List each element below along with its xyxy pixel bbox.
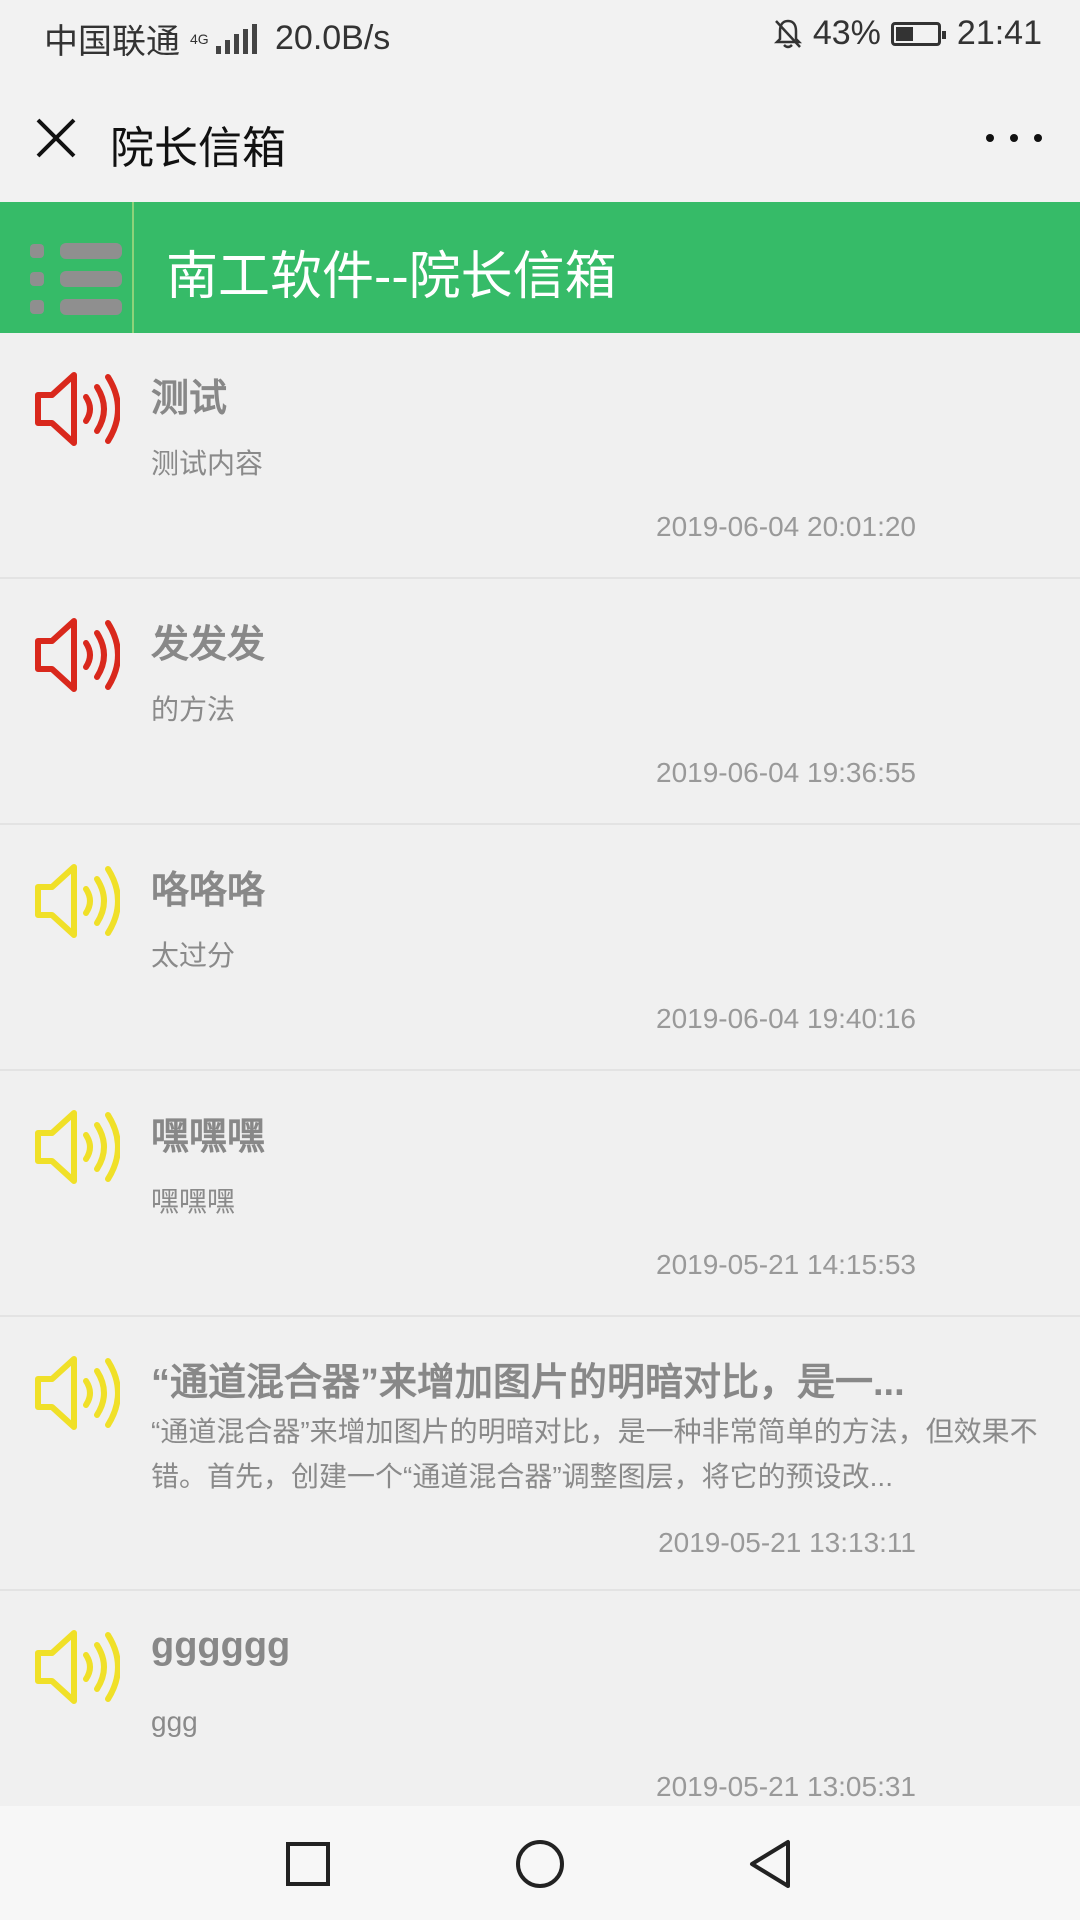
clock: 21:41	[956, 14, 1042, 52]
message-content: 嘿嘿嘿	[151, 1186, 236, 1217]
network-type-label: 4G	[190, 30, 209, 47]
status-left: 中国联通 4G 20.0B/s	[44, 14, 390, 63]
carrier-label: 中国联通	[44, 23, 180, 61]
status-bar: 中国联通 4G 20.0B/s 43% 21:41	[0, 0, 1080, 76]
system-nav-bar	[0, 1806, 1080, 1920]
message-content: 测试内容	[151, 448, 264, 479]
message-date: 2019-06-04 19:40:16	[656, 1003, 916, 1034]
bell-off-icon	[773, 19, 802, 48]
circle-icon	[516, 1840, 564, 1888]
speaker-icon	[35, 1110, 120, 1184]
menu-button[interactable]	[30, 242, 126, 322]
title-bar: 院长信箱	[0, 76, 1080, 202]
message-item[interactable]: gggggg ggg 2019-05-21 13:05:31	[0, 1591, 1080, 1837]
header-divider	[132, 202, 134, 333]
speaker-icon	[35, 864, 120, 938]
more-icon	[986, 134, 1042, 142]
header-title: 南工软件--院长信箱	[166, 248, 617, 306]
speaker-icon	[35, 372, 120, 446]
page-title: 院长信箱	[110, 124, 286, 173]
recent-apps-button[interactable]	[280, 1836, 336, 1892]
message-date: 2019-06-04 20:01:20	[656, 511, 916, 542]
message-item[interactable]: “通道混合器”来增加图片的明暗对比，是一... “通道混合器”来增加图片的明暗对…	[0, 1317, 1080, 1591]
network-speed: 20.0B/s	[275, 19, 391, 57]
message-title: “通道混合器”来增加图片的明暗对比，是一...	[151, 1362, 905, 1404]
message-content: 太过分	[151, 940, 236, 971]
app-header: 南工软件--院长信箱	[0, 202, 1080, 333]
speaker-icon	[35, 1356, 120, 1430]
message-title: 发发发	[151, 624, 266, 666]
message-title: gggggg	[151, 1625, 291, 1667]
message-date: 2019-05-21 13:05:31	[656, 1771, 916, 1802]
battery-icon	[890, 21, 946, 46]
back-triangle-icon	[750, 1840, 790, 1888]
message-date: 2019-05-21 13:13:11	[658, 1527, 916, 1558]
message-title: 嘿嘿嘿	[151, 1116, 266, 1158]
message-content: “通道混合器”来增加图片的明暗对比，是一种非常简单的方法，但效果不错。首先，创建…	[151, 1416, 1038, 1492]
message-title: 测试	[151, 378, 228, 420]
message-date: 2019-06-04 19:36:55	[656, 757, 916, 788]
speaker-icon	[35, 618, 120, 692]
more-button[interactable]	[986, 128, 1042, 148]
close-icon	[36, 118, 76, 158]
message-content: ggg	[151, 1706, 198, 1737]
home-button[interactable]	[512, 1836, 568, 1892]
message-date: 2019-05-21 14:15:53	[656, 1249, 916, 1280]
close-button[interactable]	[28, 110, 84, 166]
message-content: 的方法	[151, 694, 236, 725]
message-list: 测试 测试内容 2019-06-04 20:01:20 发发发 的方法 2019…	[0, 333, 1080, 1837]
battery-percent: 43%	[812, 14, 881, 52]
message-item[interactable]: 咯咯咯 太过分 2019-06-04 19:40:16	[0, 825, 1080, 1071]
status-right: 43% 21:41	[773, 14, 1042, 53]
signal-icon	[216, 23, 257, 54]
back-button[interactable]	[744, 1836, 800, 1892]
speaker-icon	[35, 1630, 120, 1704]
message-item[interactable]: 嘿嘿嘿 嘿嘿嘿 2019-05-21 14:15:53	[0, 1071, 1080, 1317]
message-item[interactable]: 发发发 的方法 2019-06-04 19:36:55	[0, 579, 1080, 825]
message-item[interactable]: 测试 测试内容 2019-06-04 20:01:20	[0, 333, 1080, 579]
square-icon	[286, 1842, 330, 1886]
message-title: 咯咯咯	[151, 870, 266, 912]
